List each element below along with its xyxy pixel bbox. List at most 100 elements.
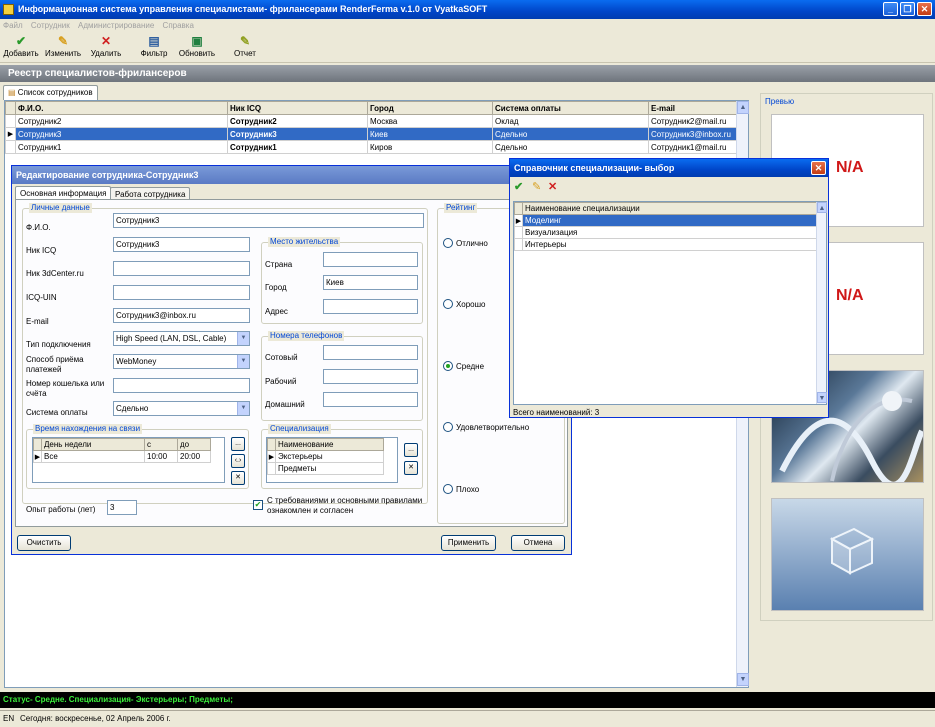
table-cell: Сотрудник3 bbox=[227, 127, 368, 141]
rating-average-radio[interactable] bbox=[443, 361, 453, 371]
chevron-down-icon[interactable]: ▼ bbox=[237, 402, 249, 415]
table-cell: Сотрудник3 bbox=[15, 127, 228, 141]
grid-header[interactable]: с bbox=[144, 438, 178, 451]
pay-system-select[interactable]: Сдельно ▼ bbox=[113, 401, 250, 416]
pencil-icon[interactable]: ✎ bbox=[532, 180, 541, 193]
report-button[interactable]: ✎ Отчет bbox=[230, 34, 260, 62]
mobile-label: Сотовый bbox=[265, 353, 298, 362]
rating-excellent-radio[interactable] bbox=[443, 238, 453, 248]
cross-icon[interactable]: ✕ bbox=[548, 180, 557, 193]
nick3d-field[interactable] bbox=[113, 261, 250, 276]
grid-header[interactable]: Ф.И.О. bbox=[15, 101, 228, 115]
grid-header[interactable]: Система оплаты bbox=[492, 101, 649, 115]
tab-main-info[interactable]: Основная информация bbox=[15, 186, 112, 200]
chevron-down-icon[interactable]: ▼ bbox=[237, 332, 249, 345]
email-field[interactable]: Сотрудник3@inbox.ru bbox=[113, 308, 250, 323]
menu-employee[interactable]: Сотрудник bbox=[31, 21, 70, 30]
spec-dialog-close-button[interactable]: ✕ bbox=[811, 161, 826, 175]
rating-poor-radio[interactable] bbox=[443, 484, 453, 494]
table-row[interactable]: Предметы bbox=[267, 462, 384, 475]
chevron-down-icon[interactable]: ▼ bbox=[237, 355, 249, 368]
table-row[interactable]: ▶ Сотрудник3 Сотрудник3 Киев Сдельно Сот… bbox=[5, 127, 737, 141]
scroll-up-icon[interactable]: ▲ bbox=[817, 202, 827, 213]
tab-employees[interactable]: ▤ Список сотрудников bbox=[3, 85, 98, 100]
refresh-button[interactable]: ▣ Обновить bbox=[177, 34, 217, 62]
check-icon[interactable]: ✔ bbox=[514, 180, 523, 193]
grid-header[interactable]: Город bbox=[367, 101, 493, 115]
contact-more-button[interactable]: ... bbox=[231, 437, 245, 451]
specialization-grid[interactable]: Наименование ▶ Экстерьеры Предметы bbox=[266, 437, 398, 483]
grid-header[interactable]: День недели bbox=[41, 438, 145, 451]
cross-icon: ✕ bbox=[100, 34, 112, 48]
spec-scrollbar[interactable]: ▲ ▼ bbox=[816, 202, 827, 404]
uin-field[interactable] bbox=[113, 285, 250, 300]
table-row[interactable]: Визуализация bbox=[514, 226, 817, 239]
address-field[interactable] bbox=[323, 299, 418, 314]
spec-grid[interactable]: Наименование специализации ▶ Моделинг Виз… bbox=[513, 201, 827, 405]
specialization-more-button[interactable]: ... bbox=[404, 443, 418, 457]
home-phone-field[interactable] bbox=[323, 392, 418, 407]
nick3d-label: Ник 3dCenter.ru bbox=[26, 269, 84, 278]
apply-button[interactable]: Применить bbox=[441, 535, 496, 551]
country-field[interactable] bbox=[323, 252, 418, 267]
minimize-button[interactable]: _ bbox=[883, 2, 898, 16]
table-row[interactable]: Сотрудник1 Сотрудник1 Киров Сдельно Сотр… bbox=[5, 140, 737, 154]
cancel-button[interactable]: Отмена bbox=[511, 535, 565, 551]
fio-label: Ф.И.О. bbox=[26, 223, 51, 232]
row-pointer-icon: ▶ bbox=[33, 450, 42, 463]
row-indicator bbox=[5, 140, 16, 154]
table-row[interactable]: Сотрудник2 Сотрудник2 Москва Оклад Сотру… bbox=[5, 114, 737, 128]
scroll-down-icon[interactable]: ▼ bbox=[817, 392, 827, 403]
grid-header[interactable]: до bbox=[177, 438, 211, 451]
table-row[interactable]: ▶ Экстерьеры bbox=[267, 450, 384, 463]
experience-field[interactable]: 3 bbox=[107, 500, 137, 515]
contact-edit-button[interactable]: ‹.› bbox=[231, 454, 245, 468]
scroll-up-icon[interactable]: ▲ bbox=[737, 101, 749, 114]
email-label: E-mail bbox=[26, 317, 49, 326]
edit-button[interactable]: ✎ Изменить bbox=[43, 34, 83, 62]
grid-header[interactable]: E-mail bbox=[648, 101, 737, 115]
conn-select[interactable]: High Speed (LAN, DSL, Cable) ▼ bbox=[113, 331, 250, 346]
page-title: Реестр специалистов-фрилансеров bbox=[0, 65, 935, 82]
delete-button[interactable]: ✕ Удалить bbox=[88, 34, 124, 62]
mobile-field[interactable] bbox=[323, 345, 418, 360]
icq-field[interactable]: Сотрудник3 bbox=[113, 237, 250, 252]
table-cell: Сдельно bbox=[492, 140, 649, 154]
contact-delete-button[interactable]: ✕ bbox=[231, 471, 245, 485]
conn-label: Тип подключения bbox=[26, 340, 91, 349]
clear-button[interactable]: Очистить bbox=[17, 535, 71, 551]
agree-checkbox[interactable]: ✔ bbox=[253, 500, 263, 510]
table-cell: Все bbox=[41, 450, 145, 463]
app-icon bbox=[3, 4, 14, 15]
city-field[interactable]: Киев bbox=[323, 275, 418, 290]
fio-field[interactable]: Сотрудник3 bbox=[113, 213, 424, 228]
menu-admin[interactable]: Администрирование bbox=[78, 21, 154, 30]
rating-good-radio[interactable] bbox=[443, 299, 453, 309]
table-cell: Сотрудник1@mail.ru bbox=[648, 140, 737, 154]
work-phone-field[interactable] bbox=[323, 369, 418, 384]
add-button[interactable]: ✔ Добавить bbox=[2, 34, 40, 62]
grid-header[interactable]: Наименование специализации bbox=[522, 202, 817, 215]
rating-satisfactory-radio[interactable] bbox=[443, 422, 453, 432]
specialization-delete-button[interactable]: ✕ bbox=[404, 461, 418, 475]
table-row[interactable]: ▶ Все 10:00 20:00 bbox=[33, 450, 211, 463]
spec-total: Всего наименований: 3 bbox=[513, 408, 600, 417]
pay-method-select[interactable]: WebMoney ▼ bbox=[113, 354, 250, 369]
grid-header[interactable]: Ник ICQ bbox=[227, 101, 368, 115]
table-row[interactable]: ▶ Моделинг bbox=[514, 214, 817, 227]
menu-help[interactable]: Справка bbox=[163, 21, 194, 30]
table-row[interactable]: Интерьеры bbox=[514, 238, 817, 251]
close-button[interactable]: ✕ bbox=[917, 2, 932, 16]
menubar: Файл Сотрудник Администрирование Справка bbox=[0, 19, 935, 33]
filter-button[interactable]: ▤ Фильтр bbox=[136, 34, 172, 62]
wallet-field[interactable] bbox=[113, 378, 250, 393]
preview-image-cube[interactable] bbox=[771, 498, 924, 611]
pencil-icon: ✎ bbox=[57, 34, 69, 48]
contact-time-grid[interactable]: День недели с до ▶ Все 10:00 20:00 bbox=[32, 437, 225, 483]
maximize-button[interactable]: ❐ bbox=[900, 2, 915, 16]
menu-file[interactable]: Файл bbox=[3, 21, 23, 30]
grid-header[interactable]: Наименование bbox=[275, 438, 384, 451]
scroll-down-icon[interactable]: ▼ bbox=[737, 673, 749, 686]
glass-cube-icon bbox=[829, 527, 875, 575]
table-cell: Киров bbox=[367, 140, 493, 154]
